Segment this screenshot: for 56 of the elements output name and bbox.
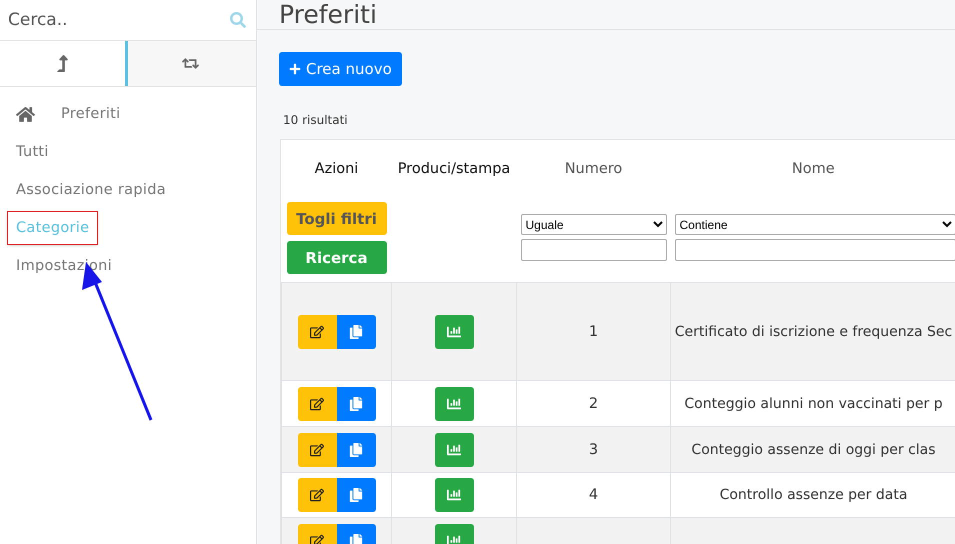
edit-button[interactable] (298, 432, 336, 466)
report-button[interactable] (434, 478, 474, 512)
search-icon (230, 12, 246, 28)
column-header: Produci/stampa (398, 161, 510, 177)
report-button[interactable] (434, 314, 474, 348)
column-header[interactable]: Nome (792, 161, 835, 177)
number-filter-select[interactable]: Uguale (520, 214, 666, 235)
search-button[interactable]: Ricerca (286, 241, 386, 274)
table-cell: Controllo assenze per data (720, 487, 908, 503)
copy-icon (349, 396, 363, 410)
report-button[interactable] (434, 432, 474, 466)
search-field[interactable]: Cerca.. (8, 10, 230, 30)
edit-icon (310, 534, 324, 544)
name-filter-select[interactable]: Contiene (674, 214, 955, 235)
sidebar-item[interactable]: Preferiti (8, 98, 128, 130)
table-cell: 1 (588, 324, 598, 340)
edit-icon (310, 442, 324, 456)
number-filter-input[interactable] (520, 239, 666, 261)
copy-icon (349, 324, 363, 338)
report-button[interactable] (434, 386, 474, 420)
table-cell: Certificato di iscrizione e frequenza Sec (674, 324, 952, 340)
table-cell: 3 (588, 442, 598, 458)
copy-button[interactable] (336, 478, 376, 512)
bar-chart-icon (447, 442, 461, 456)
result-count: 10 risultati (283, 113, 348, 127)
copy-button[interactable] (336, 386, 376, 420)
edit-button[interactable] (298, 314, 336, 348)
table-cell: Conteggio alunni non vaccinati per p (684, 396, 943, 412)
copy-icon (349, 534, 363, 544)
bar-chart-icon (447, 324, 461, 338)
sidebar-item-label: Preferiti (61, 106, 120, 122)
name-filter-input[interactable] (674, 239, 955, 261)
table-cell: Conteggio assenze di oggi per clas (691, 442, 936, 458)
sidebar-item[interactable]: Tutti (8, 136, 57, 168)
edit-icon (310, 396, 324, 410)
edit-icon (310, 324, 324, 338)
sidebar-item[interactable]: Associazione rapida (8, 174, 174, 206)
edit-button[interactable] (298, 386, 336, 420)
copy-button[interactable] (336, 314, 376, 348)
copy-icon (349, 442, 363, 456)
table-cell: 4 (588, 487, 598, 503)
copy-button[interactable] (336, 432, 376, 466)
column-header[interactable]: Numero (564, 161, 622, 177)
copy-icon (349, 488, 363, 502)
home-icon (16, 104, 35, 124)
bar-chart-icon (447, 534, 461, 544)
clear-filters-button[interactable]: Togli filtri (286, 202, 386, 235)
plus-icon (289, 63, 301, 75)
table-cell: 2 (588, 396, 598, 412)
bar-chart-icon (447, 396, 461, 410)
edit-button[interactable] (298, 478, 336, 512)
create-new-button[interactable]: Crea nuovo (279, 52, 402, 86)
column-header: Azioni (314, 161, 358, 177)
bar-chart-icon (447, 488, 461, 502)
edit-icon (310, 488, 324, 502)
page-title: Preferiti (279, 0, 377, 29)
